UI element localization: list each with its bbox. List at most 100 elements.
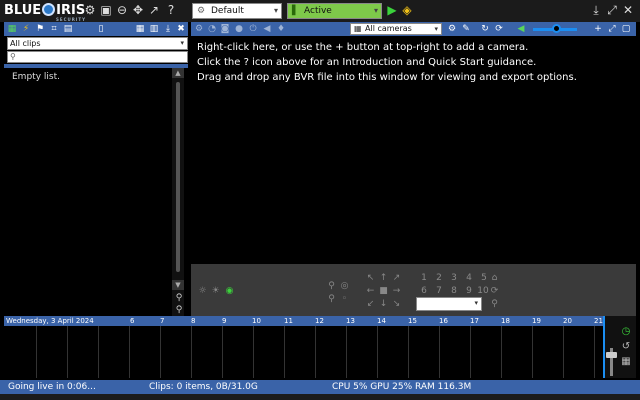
preset-4[interactable]: 4 xyxy=(464,273,474,283)
timeline-gridline xyxy=(98,326,99,378)
eye-icon[interactable]: ◎ xyxy=(339,281,350,291)
arrow-up-icon[interactable]: ↑ xyxy=(378,273,389,283)
move-icon[interactable]: ✥ xyxy=(131,3,145,17)
refresh-icon[interactable]: ↻ xyxy=(480,23,490,35)
arrow-right-icon[interactable]: → xyxy=(391,286,402,296)
location-pin-icon[interactable]: ⚲ xyxy=(489,299,500,309)
calendar-icon[interactable]: ▦ xyxy=(135,23,145,35)
preset-7[interactable]: 7 xyxy=(434,286,444,296)
ptz-panel: ☼ ☀ ◉ ⚲ ◎ ⚲ ◦ ↖ ↑ ↗ ← ■ → ↙ ↓ ↘ 1 2 3 4 … xyxy=(191,264,636,316)
preset-1[interactable]: 1 xyxy=(419,273,429,283)
timeline-hour: 7 xyxy=(160,317,165,325)
clips-scrollbar[interactable]: ▲ ▼ xyxy=(172,68,184,316)
timeline-now-marker[interactable] xyxy=(603,316,605,378)
brightness-up-icon[interactable]: ☀ xyxy=(210,286,221,296)
brightness-down-icon[interactable]: ☼ xyxy=(197,286,208,296)
help-icon[interactable]: ? xyxy=(164,3,178,17)
download-clip-icon[interactable]: ⤓ xyxy=(163,23,173,35)
app-logo: BLUE IRIS SECURITY xyxy=(4,3,86,22)
preset-3[interactable]: 3 xyxy=(449,273,459,283)
chart-icon[interactable]: ↗ xyxy=(147,3,161,17)
profile-select[interactable]: ⚙ Default ▾ xyxy=(192,3,282,19)
profile-value: Default xyxy=(211,6,244,16)
delete-icon[interactable]: ✖ xyxy=(176,23,186,35)
timeline-gridline xyxy=(315,326,316,378)
clip-filter-select[interactable]: All clips ▾ xyxy=(7,37,188,50)
timeline-gridline xyxy=(501,326,502,378)
arrow-left-icon[interactable]: ← xyxy=(365,286,376,296)
scroll-down-icon[interactable]: ▼ xyxy=(172,280,184,290)
edit-icon[interactable]: ✎ xyxy=(461,23,471,35)
group-settings-icon[interactable]: ⚙ xyxy=(447,23,457,35)
image-icon[interactable]: ▤ xyxy=(63,23,73,35)
camera-settings-icon[interactable]: ⚙ xyxy=(194,23,204,35)
play-icon[interactable]: ▶ xyxy=(385,3,399,17)
preset-10[interactable]: 10 xyxy=(476,286,490,296)
calendar-icon[interactable]: ▦ xyxy=(620,356,632,368)
download-icon[interactable]: ⤓ xyxy=(589,3,603,17)
trigger-icon[interactable]: ◔ xyxy=(207,23,217,35)
timeline-track[interactable] xyxy=(4,326,604,378)
layout-icon[interactable]: ▥ xyxy=(149,23,159,35)
clock-icon[interactable]: ⊖ xyxy=(115,3,129,17)
scroll-thumb[interactable] xyxy=(176,82,180,272)
ptz-home-icon[interactable]: ⌂ xyxy=(489,273,500,283)
help-line-2: Click the ? icon above for an Introducti… xyxy=(197,57,537,68)
zoom-out-icon[interactable]: ⚲ xyxy=(326,294,337,304)
popout-icon[interactable]: ▢ xyxy=(621,23,631,35)
zoom-out-icon[interactable]: ⚲ xyxy=(174,305,184,315)
settings-icon[interactable]: ⚙ xyxy=(83,3,97,17)
filter-icon[interactable]: ▯ xyxy=(96,23,106,35)
camera-group-select[interactable]: ▦ All cameras ▾ xyxy=(350,23,442,35)
arrow-down-icon[interactable]: ↓ xyxy=(378,299,389,309)
volume-icon[interactable]: ◀ xyxy=(516,23,526,35)
replay-icon[interactable]: ↺ xyxy=(620,341,632,353)
timeline-gridline xyxy=(563,326,564,378)
fullscreen-icon[interactable]: ⤢ xyxy=(607,23,617,35)
power-icon[interactable]: ⏻ xyxy=(248,23,258,35)
clip-search-input[interactable]: ⚲ xyxy=(7,51,188,63)
focus-icon[interactable]: ◦ xyxy=(339,294,350,304)
home-position-icon[interactable]: ■ xyxy=(378,286,389,296)
live-clock-icon[interactable]: ◷ xyxy=(620,326,632,338)
shield-icon[interactable]: ◈ xyxy=(400,3,414,17)
arrow-down-right-icon[interactable]: ↘ xyxy=(391,299,402,309)
mic-icon[interactable]: ♦ xyxy=(276,23,286,35)
zoom-in-icon[interactable]: ⚲ xyxy=(326,281,337,291)
volume-knob[interactable] xyxy=(552,24,561,33)
ptz-preset-select[interactable]: ▾ xyxy=(416,297,482,311)
record-icon[interactable]: ● xyxy=(234,23,244,35)
timeline-hour: 9 xyxy=(222,317,227,325)
preset-6[interactable]: 6 xyxy=(419,286,429,296)
preset-9[interactable]: 9 xyxy=(464,286,474,296)
schedule-select[interactable]: ▌ Active ▾ xyxy=(287,3,382,19)
cpu-icon[interactable]: ▣ xyxy=(99,3,113,17)
snapshot-icon[interactable]: ◙ xyxy=(220,23,230,35)
crop-icon[interactable]: ⌗ xyxy=(49,23,59,35)
scroll-up-icon[interactable]: ▲ xyxy=(172,68,184,78)
arrow-up-right-icon[interactable]: ↗ xyxy=(391,273,402,283)
ir-icon[interactable]: ◉ xyxy=(224,286,235,296)
sync-icon[interactable]: ⟳ xyxy=(494,23,504,35)
clips-grid-icon[interactable]: ▦ xyxy=(7,23,17,35)
timeline-hour: 16 xyxy=(439,317,448,325)
preset-8[interactable]: 8 xyxy=(449,286,459,296)
lightning-icon[interactable]: ⚡ xyxy=(21,23,31,35)
timeline-gridline xyxy=(67,326,68,378)
timeline-hour: 18 xyxy=(501,317,510,325)
empty-list-text: Empty list. xyxy=(12,72,60,82)
preset-2[interactable]: 2 xyxy=(434,273,444,283)
timeline-hour: 20 xyxy=(563,317,572,325)
flag-icon[interactable]: ⚑ xyxy=(35,23,45,35)
timeline-zoom-knob[interactable] xyxy=(606,352,617,358)
arrow-up-left-icon[interactable]: ↖ xyxy=(365,273,376,283)
ptz-cycle-icon[interactable]: ⟳ xyxy=(489,286,500,296)
zoom-in-icon[interactable]: ⚲ xyxy=(174,293,184,303)
arrow-down-left-icon[interactable]: ↙ xyxy=(365,299,376,309)
expand-icon[interactable]: ⤢ xyxy=(605,3,619,17)
logo-text-iris: IRIS xyxy=(56,3,86,18)
add-camera-icon[interactable]: + xyxy=(593,23,603,35)
preset-5[interactable]: 5 xyxy=(479,273,489,283)
close-icon[interactable]: ✕ xyxy=(621,3,635,17)
speaker-icon[interactable]: ◀ xyxy=(262,23,272,35)
